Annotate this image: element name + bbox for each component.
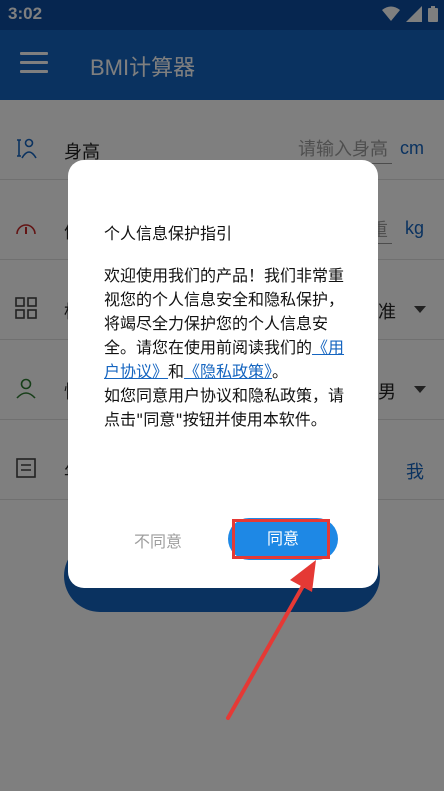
dialog-body-period: 。 (272, 362, 289, 381)
privacy-dialog: 个人信息保护指引 欢迎使用我们的产品！我们非常重视您的个人信息安全和隐私保护，将… (68, 160, 378, 588)
dialog-body-text-2: 如您同意用户协议和隐私政策，请点击"同意"按钮并使用本软件。 (104, 386, 345, 429)
agree-highlight-box (232, 519, 330, 559)
dialog-title: 个人信息保护指引 (104, 224, 233, 243)
privacy-policy-link[interactable]: 《隐私政策》 (184, 362, 272, 381)
dialog-body-and: 和 (168, 362, 185, 381)
dialog-body-text: 欢迎使用我们的产品！我们非常重视您的个人信息安全和隐私保护，将竭尽全力保护您的个… (104, 266, 345, 357)
dialog-body: 欢迎使用我们的产品！我们非常重视您的个人信息安全和隐私保护，将竭尽全力保护您的个… (104, 264, 356, 432)
disagree-button[interactable]: 不同意 (134, 528, 182, 552)
